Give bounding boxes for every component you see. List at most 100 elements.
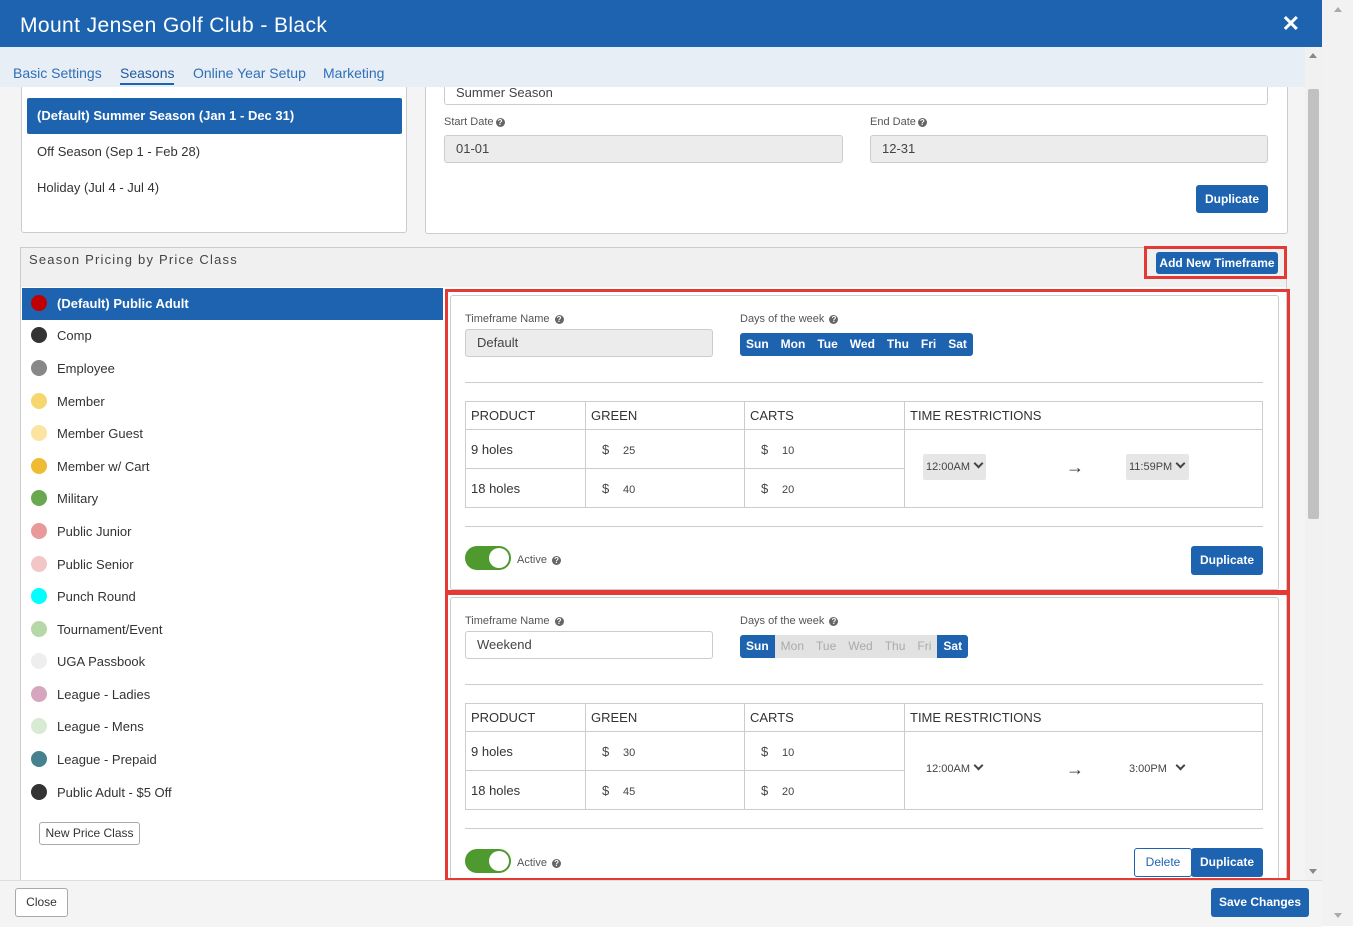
chevron-down-icon: [973, 458, 984, 469]
day-sun[interactable]: Sun: [740, 333, 775, 356]
divider: [465, 526, 1263, 527]
green-price-input[interactable]: $40: [585, 468, 745, 508]
season-name-input[interactable]: Summer Season: [444, 87, 1268, 105]
tab-online-year-setup[interactable]: Online Year Setup: [193, 65, 306, 81]
scrollbar-thumb[interactable]: [1308, 89, 1319, 519]
col-time-header: TIME RESTRICTIONS: [904, 703, 1263, 732]
day-wed[interactable]: Wed: [843, 333, 881, 356]
price-class-item[interactable]: Public Senior: [22, 549, 443, 581]
day-mon[interactable]: Mon: [774, 333, 812, 356]
green-price-input[interactable]: $25: [585, 429, 745, 469]
cart-price-input[interactable]: $10: [744, 429, 905, 469]
tab-marketing[interactable]: Marketing: [323, 65, 384, 81]
season-pricing-header: Season Pricing by Price Class: [20, 247, 1287, 287]
day-wed[interactable]: Wed: [842, 635, 879, 658]
price-class-item[interactable]: (Default) Public Adult: [22, 288, 443, 320]
close-button[interactable]: Close: [15, 888, 68, 917]
season-item-summer[interactable]: (Default) Summer Season (Jan 1 - Dec 31): [27, 98, 402, 134]
duplicate-timeframe-button[interactable]: Duplicate: [1191, 848, 1263, 877]
time-end-select[interactable]: 3:00PM: [1126, 756, 1189, 782]
day-fri[interactable]: Fri: [914, 333, 943, 356]
day-tue[interactable]: Tue: [810, 635, 843, 658]
chevron-down-icon: [1175, 760, 1186, 771]
color-dot-icon: [31, 295, 47, 311]
scroll-down-icon[interactable]: [1334, 913, 1342, 918]
new-price-class-button[interactable]: New Price Class: [39, 822, 140, 845]
tab-seasons[interactable]: Seasons: [120, 65, 175, 85]
help-icon: ?: [552, 859, 562, 868]
time-end-select[interactable]: 11:59PM: [1126, 454, 1189, 480]
price-class-item[interactable]: League - Prepaid: [22, 744, 443, 776]
cart-price-input[interactable]: $20: [744, 770, 905, 810]
price-class-item[interactable]: Public Adult - $5 Off: [22, 777, 443, 809]
price-class-item[interactable]: Member: [22, 386, 443, 418]
scroll-up-icon[interactable]: [1334, 7, 1342, 12]
season-item-holiday[interactable]: Holiday (Jul 4 - Jul 4): [27, 170, 402, 206]
color-dot-icon: [31, 360, 47, 376]
timeframe-name-label: Timeframe Name ?: [465, 313, 564, 325]
divider: [465, 382, 1263, 383]
timeframe-name-input[interactable]: Default: [465, 329, 713, 357]
page-scrollbar[interactable]: [1322, 0, 1353, 926]
price-class-item[interactable]: Comp: [22, 320, 443, 352]
scroll-down-icon[interactable]: [1309, 869, 1317, 874]
color-dot-icon: [31, 653, 47, 669]
color-dot-icon: [31, 686, 47, 702]
price-class-item[interactable]: League - Ladies: [22, 679, 443, 711]
active-toggle[interactable]: [465, 546, 511, 570]
time-start-select[interactable]: 12:00AM: [923, 756, 986, 782]
day-sun[interactable]: Sun: [740, 635, 775, 658]
day-mon[interactable]: Mon: [774, 635, 811, 658]
col-green-header: GREEN: [585, 703, 745, 732]
price-class-item[interactable]: League - Mens: [22, 711, 443, 743]
help-icon: ?: [554, 315, 564, 324]
time-start-select[interactable]: 12:00AM: [923, 454, 986, 480]
days-of-week-label: Days of the week ?: [740, 615, 839, 627]
table-row: 9 holes $30 $10 12:00AM → 3:00PM: [465, 731, 1263, 810]
close-icon[interactable]: ✕: [1282, 12, 1300, 36]
price-class-item[interactable]: Punch Round: [22, 581, 443, 613]
content-scrollbar[interactable]: [1305, 47, 1322, 880]
product-cell: 18 holes: [465, 468, 586, 508]
col-carts-header: CARTS: [744, 703, 905, 732]
cart-price-input[interactable]: $20: [744, 468, 905, 508]
season-list: (Default) Summer Season (Jan 1 - Dec 31)…: [21, 87, 407, 233]
color-dot-icon: [31, 751, 47, 767]
day-fri[interactable]: Fri: [911, 635, 938, 658]
duplicate-timeframe-button[interactable]: Duplicate: [1191, 546, 1263, 575]
end-date-input[interactable]: 12-31: [870, 135, 1268, 163]
price-class-item[interactable]: Military: [22, 483, 443, 515]
add-new-timeframe-button[interactable]: Add New Timeframe: [1156, 252, 1278, 274]
duplicate-season-button[interactable]: Duplicate: [1196, 185, 1268, 213]
price-class-item[interactable]: Public Junior: [22, 516, 443, 548]
price-class-item[interactable]: Member w/ Cart: [22, 451, 443, 483]
help-icon: ?: [917, 118, 927, 127]
price-class-item[interactable]: UGA Passbook: [22, 646, 443, 678]
color-dot-icon: [31, 490, 47, 506]
season-item-off-season[interactable]: Off Season (Sep 1 - Feb 28): [27, 134, 402, 170]
day-tue[interactable]: Tue: [811, 333, 844, 356]
green-price-input[interactable]: $30: [585, 731, 745, 771]
start-date-input[interactable]: 01-01: [444, 135, 843, 163]
product-cell: 9 holes: [465, 429, 586, 469]
tab-basic-settings[interactable]: Basic Settings: [13, 65, 102, 81]
color-dot-icon: [31, 621, 47, 637]
color-dot-icon: [31, 458, 47, 474]
day-sat[interactable]: Sat: [937, 635, 969, 658]
green-price-input[interactable]: $45: [585, 770, 745, 810]
day-thu[interactable]: Thu: [880, 333, 915, 356]
active-toggle[interactable]: [465, 849, 511, 873]
price-class-item[interactable]: Employee: [22, 353, 443, 385]
timeframe-name-input[interactable]: Weekend: [465, 631, 713, 659]
price-class-item[interactable]: Tournament/Event: [22, 614, 443, 646]
day-thu[interactable]: Thu: [878, 635, 912, 658]
timeframe-name-label: Timeframe Name ?: [465, 615, 564, 627]
price-class-item[interactable]: Member Guest: [22, 418, 443, 450]
day-sat[interactable]: Sat: [942, 333, 973, 356]
scroll-up-icon[interactable]: [1309, 53, 1317, 58]
cart-price-input[interactable]: $10: [744, 731, 905, 771]
tab-bar: Basic Settings Seasons Online Year Setup…: [0, 47, 1305, 87]
days-of-week-selector: Sun Mon Tue Wed Thu Fri Sat: [740, 635, 969, 658]
save-changes-button[interactable]: Save Changes: [1211, 888, 1309, 917]
delete-timeframe-button[interactable]: Delete: [1134, 848, 1192, 877]
